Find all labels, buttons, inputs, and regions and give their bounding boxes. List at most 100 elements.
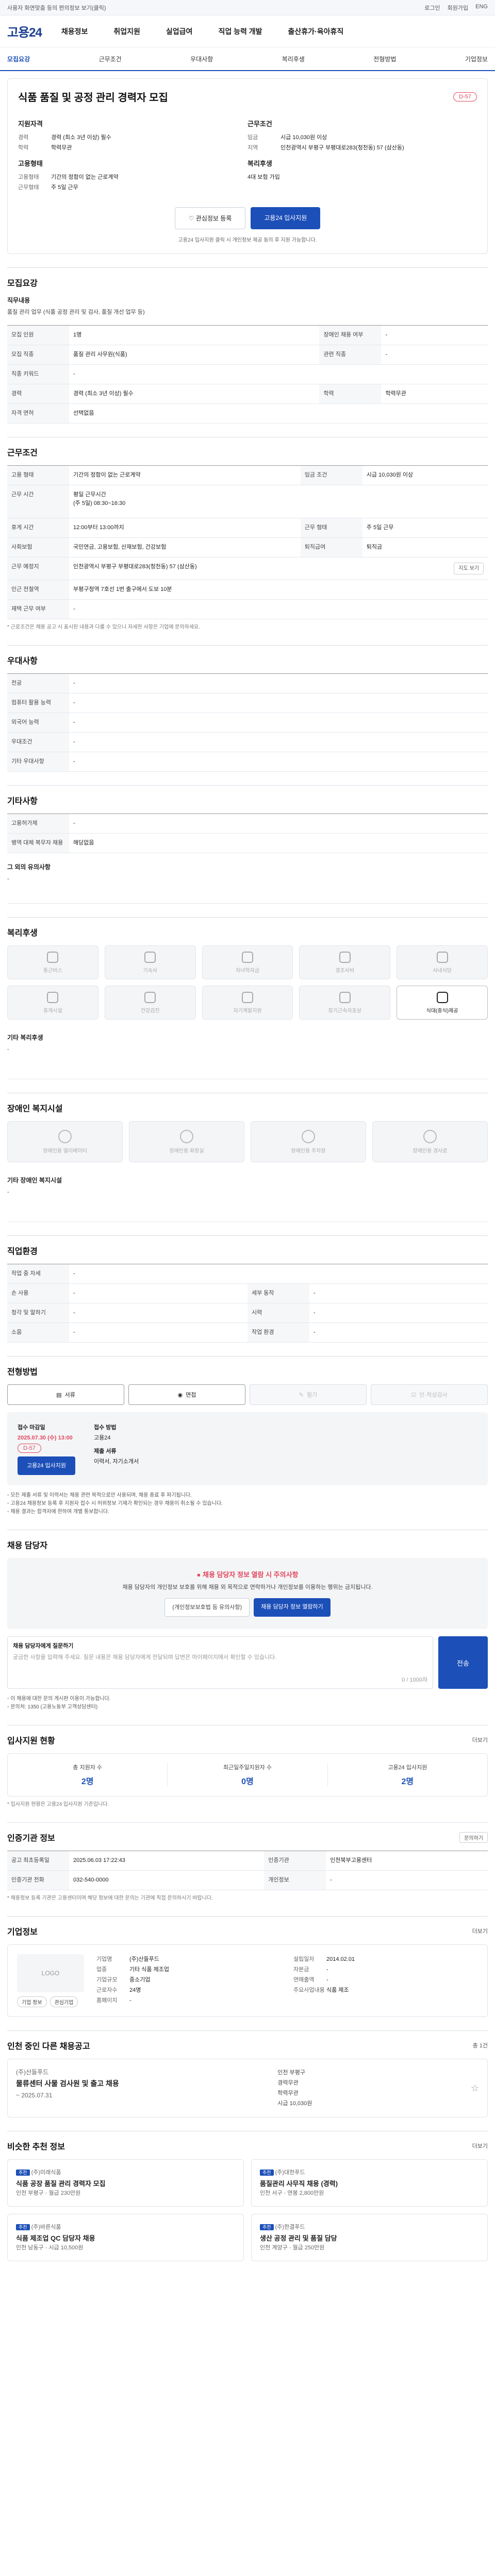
tab-recruit[interactable]: 모집요강 [7,55,30,63]
other-job-title: 물류센터 사물 검사원 및 출고 채용 [16,2079,119,2088]
cell-value: - [381,325,488,345]
table-row: 우대조건 - [7,732,488,752]
similar-card[interactable]: 추천 (주)한결푸드 생산 공정 관리 및 품질 담당 인천 계양구 · 월급 … [251,2214,488,2261]
nav-benefit[interactable]: 실업급여 [166,26,193,37]
table-row: 근무 시간 평일 근무시간 (주 5일) 08:30~16:30 [7,485,488,518]
kv-key: 경력 [18,134,29,141]
kv-value: 2014.02.01 [326,1956,355,1962]
similar-company: (주)미래식품 [31,2170,61,2176]
nav-support[interactable]: 취업지원 [113,26,140,37]
kv-key: 고용형태 [18,174,39,180]
step-aptitude: ☑ 인·적성검사 [371,1384,488,1405]
agency-table: 공고 최초등록일 2025.06.03 17:22:43 인증기관 인천북부고용센터 … [7,1851,488,1890]
facility-label: 장애인용 주차장 [291,1148,326,1154]
login-link[interactable]: 로그인 [424,4,440,12]
table-row: 근무 예정지 인천광역시 부평구 부평대로283(청천동) 57 (삼산동) 지도 … [7,557,488,580]
main-nav: 채용정보 취업지원 실업급여 직업 능력 개발 출산휴가·육아휴직 [61,26,343,37]
work-foot-note: * 근로조건은 채용 공고 시 표시된 내용과 다를 수 있으니 자세한 사항은… [7,624,200,630]
facility-item: 장애인용 화장실 [129,1121,244,1162]
similar-card[interactable]: 추천 (주)대한푸드 품질관리 사무직 채용 (경력) 인천 서구 · 연봉 2… [251,2159,488,2207]
similar-card[interactable]: 추천 (주)바른식품 식품 제조업 QC 담당자 채용 인천 남동구 · 시급 … [7,2214,244,2261]
apply-button[interactable]: 고용24 입사지원 [251,207,321,229]
site-logo[interactable]: 고용24 [7,22,42,40]
process-notes: ◦ 모든 제출 서류 및 이력서는 채용 관련 목적으로만 사용되며, 채용 종… [7,1492,488,1516]
kv-key: 학력 [18,145,29,151]
parking-icon [302,1129,315,1143]
favorite-company-chip[interactable]: 관심기업 [50,1996,78,2007]
inquiry-button[interactable]: 문의하기 [459,1832,488,1843]
bookmark-icon[interactable]: ☆ [471,2083,479,2094]
step-label: 서류 [64,1392,75,1398]
kv-value: - [326,1977,328,1983]
health-check-icon [144,991,156,1003]
view-notice[interactable]: 사용자 화면맞춤 등의 편의정보 보기(클릭) [7,4,106,12]
tab-work[interactable]: 근무조건 [99,55,122,63]
cell-key: 근무 시간 [7,485,69,518]
extra-title: 그 외의 유의사항 [7,863,51,871]
similar-more-link[interactable]: 더보기 [472,2142,488,2150]
cell-value: 평일 근무시간 (주 5일) 08:30~16:30 [69,485,488,518]
cell-key: 세부 동작 [248,1283,309,1303]
welfare-label: 건강검진 [140,1008,160,1014]
welfare-item: 휴게시설 [7,986,98,1020]
recommend-tag: 추천 [16,2224,30,2230]
nav-leave[interactable]: 출산휴가·육아휴직 [288,26,344,37]
dday-badge: D-57 [453,92,477,101]
self-development-icon [241,991,253,1003]
process-apply-button[interactable]: 고용24 입사지원 [18,1456,76,1475]
kv-value: 중소기업 [129,1977,151,1983]
work-table: 고용 형태 기간의 정함이 없는 근로계약 임금 조건 시급 10,030원 이상 근… [7,465,488,619]
cell-value: - [69,1283,248,1303]
warning-text: 채용 담당자 정보 열람 시 주의사항 [202,1571,299,1579]
company-info-chip[interactable]: 기업 정보 [17,1996,47,2007]
table-row: 고용 형태 기간의 정함이 없는 근로계약 임금 조건 시급 10,030원 이상 [7,465,488,485]
recruit-table: 모집 인원 1명 장애인 채용 여부 - 모집 직종 품질 관리 사무원(식품) 관련 직… [7,325,488,423]
kv-value: - [326,1967,328,1973]
cell-key: 모집 인원 [7,325,69,345]
work-block-title: 근무조건 [248,120,272,128]
scrap-label: 관심정보 등록 [195,215,232,222]
table-row: 사회보험 국민연금, 고용보험, 산재보험, 건강보험 퇴직급여 퇴직금 [7,537,488,557]
cell-key: 소음 [7,1323,69,1343]
other-job-card[interactable]: (주)산들푸드 물류센터 사물 검사원 및 출고 채용 ~ 2025.07.31… [7,2059,488,2117]
map-button[interactable]: 지도 보기 [454,563,484,574]
table-row: 청각 및 말하기 - 시력 - [7,1303,488,1323]
nav-training[interactable]: 직업 능력 개발 [218,26,262,37]
question-input[interactable]: 채용 담당자에게 질문하기 궁금한 사항을 입력해 주세요. 질문 내용은 채용… [7,1636,433,1689]
signup-link[interactable]: 회원가입 [448,4,468,12]
english-link[interactable]: ENG [475,4,488,12]
stat-total: 총 지원자 수 2명 [8,1763,168,1787]
tab-preference[interactable]: 우대사항 [190,55,213,63]
tab-company[interactable]: 기업정보 [465,55,488,63]
kv-value: 시급 10,030원 이상 [280,134,327,141]
cell-key: 재택 근무 여부 [7,599,69,619]
tab-welfare[interactable]: 복리후생 [282,55,305,63]
document-icon: ▤ [56,1392,62,1398]
nav-jobs[interactable]: 채용정보 [61,26,88,37]
similar-grid: 추천 (주)미래식품 식품 공장 품질 관리 경력자 모집 인천 부평구 · 월… [7,2159,488,2261]
status-more-link[interactable]: 더보기 [472,1736,488,1744]
table-row: 자격 면허 선택없음 [7,403,488,423]
kv-value: 학력무관 [51,145,72,151]
cell-value: 학력무관 [381,384,488,404]
note-item: ◦ 문의처: 1350 (고용노동부 고객상담센터) [7,1704,98,1710]
cell-key: 공고 최초등록일 [7,1851,69,1871]
restroom-icon [180,1129,193,1143]
privacy-notice-button[interactable]: (개인정보보호법 등 유의사항) [164,1598,250,1617]
stat-value: 2명 [401,1777,414,1786]
welfare-item: 자기계발지원 [202,986,293,1020]
wheelchair-icon [423,1129,437,1143]
stat-value: 0명 [241,1777,254,1786]
kv-value: 기타 식품 제조업 [129,1967,169,1973]
welfare-item: 사내식당 [397,945,488,979]
scrap-button[interactable]: ♡ 관심정보 등록 [174,207,246,229]
tab-process[interactable]: 전형방법 [373,55,396,63]
stat-online: 고용24 입사지원 2명 [328,1763,487,1787]
cell-key: 병역 대체 복무자 채용 [7,833,69,853]
section-title: 비슷한 추천 정보 [7,2143,65,2151]
company-more-link[interactable]: 더보기 [472,1927,488,1935]
cell-value: - [309,1283,488,1303]
similar-card[interactable]: 추천 (주)미래식품 식품 공장 품질 관리 경력자 모집 인천 부평구 · 월… [7,2159,244,2207]
view-manager-button[interactable]: 채용 담당자 정보 열람하기 [254,1598,331,1617]
send-question-button[interactable]: 전송 [438,1636,488,1689]
